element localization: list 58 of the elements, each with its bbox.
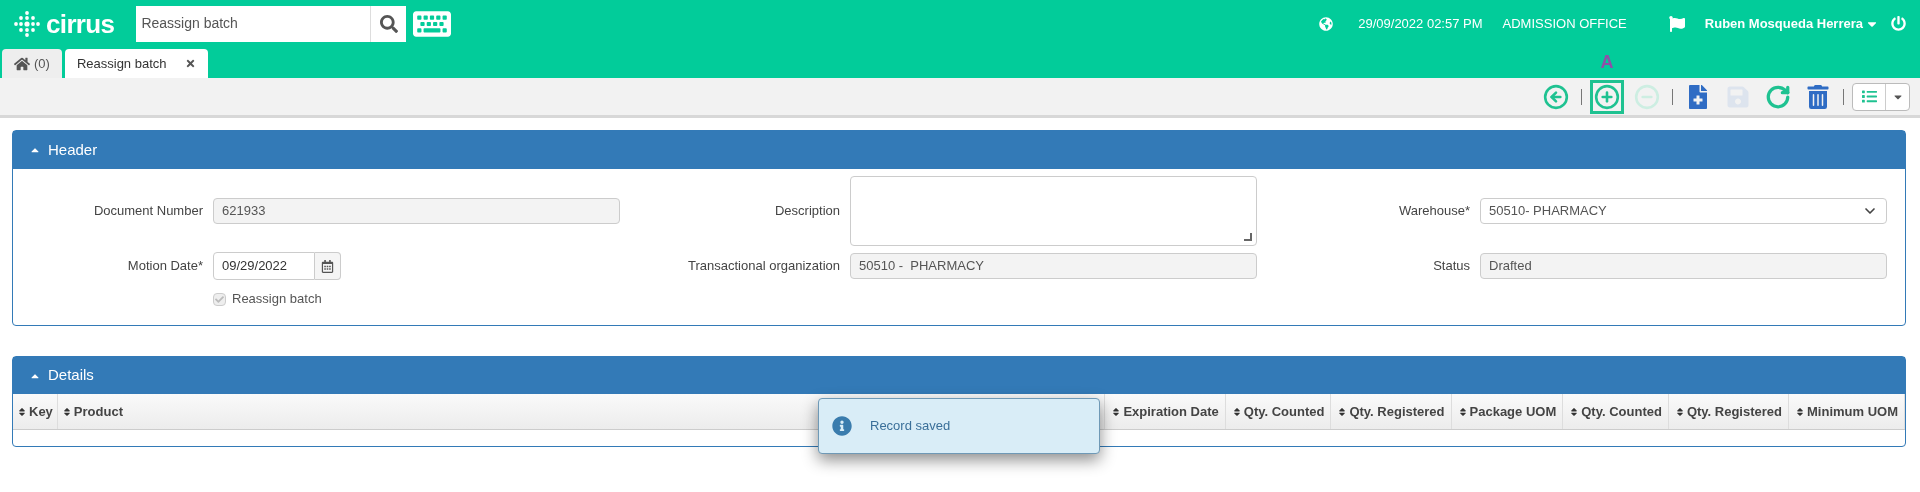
annotation-label: A bbox=[1600, 52, 1614, 71]
header-panel-title[interactable]: Header bbox=[13, 131, 1905, 169]
logo-icon bbox=[14, 10, 40, 37]
field-label: Document Number bbox=[92, 202, 203, 221]
home-icon bbox=[14, 55, 30, 72]
checkbox-label: Reassign batch bbox=[232, 290, 322, 309]
add-button[interactable] bbox=[1590, 79, 1624, 114]
field-label: Motion Date* bbox=[126, 257, 203, 276]
brand-name: cirrus bbox=[46, 10, 115, 37]
warehouse-select[interactable]: 50510- PHARMACY bbox=[1480, 198, 1887, 224]
flag-icon[interactable] bbox=[1668, 15, 1685, 32]
field-label: Description bbox=[773, 202, 840, 221]
sort-icon bbox=[1457, 406, 1468, 417]
column-header[interactable]: Package UOM bbox=[1451, 394, 1564, 429]
search-field[interactable]: Reassign batch bbox=[136, 5, 371, 42]
column-header[interactable]: Expiration Date bbox=[1105, 394, 1226, 429]
date-time: 29/09/2022 02:57 PM bbox=[1358, 14, 1483, 33]
resize-handle-icon bbox=[1244, 233, 1252, 241]
sort-icon bbox=[1569, 406, 1580, 417]
field-label: Warehouse* bbox=[1397, 202, 1470, 221]
location-label: ADMISSION OFFICE bbox=[1502, 14, 1627, 33]
new-file-icon bbox=[1686, 84, 1710, 109]
arrow-left-icon bbox=[1543, 83, 1569, 110]
plus-icon bbox=[1594, 83, 1620, 110]
sort-icon bbox=[17, 406, 27, 417]
minus-icon bbox=[1634, 83, 1660, 110]
column-header[interactable]: Qty. Counted bbox=[1563, 394, 1669, 429]
column-header[interactable]: Qty. Registered bbox=[1331, 394, 1452, 429]
search-icon bbox=[379, 14, 398, 33]
sort-icon bbox=[61, 406, 72, 417]
column-header[interactable]: Minimum UOM bbox=[1789, 394, 1905, 429]
column-header[interactable]: Key bbox=[13, 394, 58, 429]
column-header[interactable]: Qty. Registered bbox=[1668, 394, 1789, 429]
sort-icon bbox=[1337, 406, 1348, 417]
list-icon bbox=[1861, 89, 1877, 104]
view-menu[interactable] bbox=[1852, 82, 1910, 111]
select-value: 50510- PHARMACY bbox=[1489, 202, 1607, 221]
refresh-icon bbox=[1765, 83, 1791, 110]
date-field[interactable]: 09/29/2022 bbox=[213, 252, 315, 280]
home-tab[interactable]: (0) bbox=[2, 49, 62, 78]
trash-icon bbox=[1806, 84, 1830, 109]
field-label: Transactional organization bbox=[687, 257, 840, 276]
sort-icon bbox=[1231, 406, 1242, 417]
description-field[interactable] bbox=[850, 176, 1257, 246]
info-icon bbox=[832, 416, 852, 436]
close-icon[interactable] bbox=[184, 58, 196, 69]
power-icon[interactable] bbox=[1891, 16, 1906, 31]
sort-icon bbox=[1795, 406, 1805, 417]
page-tab[interactable]: Reassign batch bbox=[64, 49, 208, 78]
field-label: Status bbox=[1432, 257, 1470, 276]
calendar-button[interactable] bbox=[315, 252, 341, 280]
details-panel-title[interactable]: Details bbox=[13, 357, 1905, 394]
sort-icon bbox=[1674, 406, 1685, 417]
calendar-icon bbox=[321, 259, 334, 273]
sort-icon bbox=[1111, 406, 1122, 417]
column-header[interactable]: Qty. Counted bbox=[1225, 394, 1332, 429]
globe-icon[interactable] bbox=[1319, 16, 1334, 31]
search-button[interactable] bbox=[370, 5, 407, 42]
